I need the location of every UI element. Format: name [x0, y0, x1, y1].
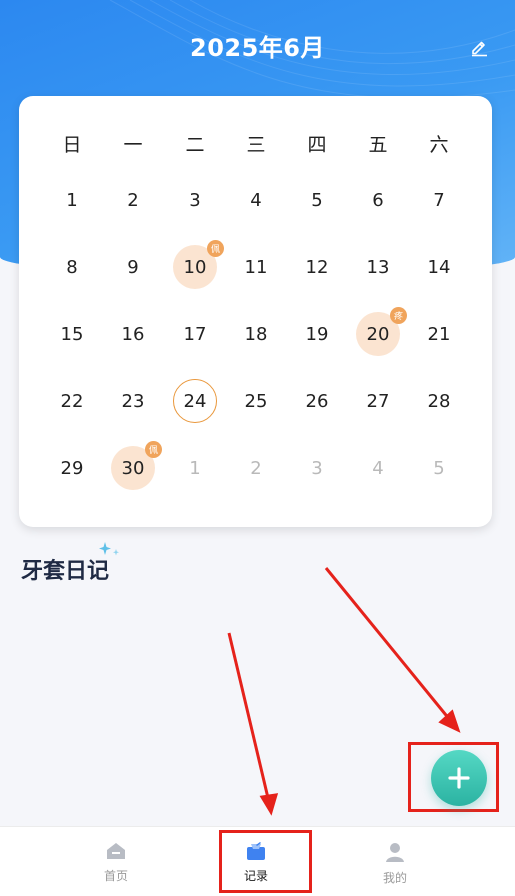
calendar-day-number: 30 [121, 457, 145, 479]
calendar-day[interactable]: 1 [173, 446, 217, 490]
calendar-day[interactable]: 18 [234, 312, 278, 356]
calendar-day-today[interactable]: 24 [173, 379, 217, 423]
calendar-day-number: 14 [427, 256, 451, 278]
user-icon [386, 843, 404, 862]
calendar-day-number: 15 [60, 323, 84, 345]
calendar-day[interactable]: 15 [50, 312, 94, 356]
calendar-day-number: 28 [427, 390, 451, 412]
calendar-day[interactable]: 14 [417, 245, 461, 289]
weekday-label: 一 [123, 134, 143, 156]
calendar-day[interactable]: 2 [234, 446, 278, 490]
calendar-day-number: 19 [305, 323, 329, 345]
calendar-day-number: 9 [127, 256, 139, 278]
calendar-day-number: 2 [250, 457, 262, 479]
calendar-day-number: 6 [372, 189, 384, 211]
weekday-label: 日 [62, 134, 82, 156]
calendar-day[interactable]: 21 [417, 312, 461, 356]
calendar-day-number: 27 [366, 390, 390, 412]
calendar-day[interactable]: 3 [295, 446, 339, 490]
calendar-day-number: 5 [311, 189, 323, 211]
diary-title: 牙套日记 [21, 559, 110, 584]
calendar-day[interactable]: 4 [356, 446, 400, 490]
calendar-day-number: 4 [372, 457, 384, 479]
calendar-day[interactable]: 16 [111, 312, 155, 356]
calendar-day-number: 23 [121, 390, 145, 412]
day-badge: 疼 [390, 307, 407, 324]
calendar-day[interactable]: 22 [50, 379, 94, 423]
calendar-day-number: 4 [250, 189, 262, 211]
weekday-label: 二 [185, 134, 205, 156]
calendar-day-number: 1 [66, 189, 78, 211]
nav-label-home: 首页 [103, 869, 128, 883]
calendar-day-number: 1 [189, 457, 201, 479]
calendar-day[interactable]: 5 [417, 446, 461, 490]
calendar-day[interactable]: 11 [234, 245, 278, 289]
weekday-label: 六 [429, 134, 449, 156]
calendar-day[interactable]: 3 [173, 178, 217, 222]
calendar-day[interactable]: 29 [50, 446, 94, 490]
calendar-day-number: 10 [183, 256, 207, 278]
nav-item-mine[interactable]: 我的 [350, 827, 440, 896]
calendar-day[interactable]: 1 [50, 178, 94, 222]
add-record-button[interactable] [431, 750, 487, 806]
calendar-day[interactable]: 12 [295, 245, 339, 289]
calendar-day-number: 16 [121, 323, 145, 345]
calendar-day[interactable]: 30 佩 [111, 441, 162, 490]
calendar-day[interactable]: 13 [356, 245, 400, 289]
calendar-day[interactable]: 9 [111, 245, 155, 289]
calendar-day[interactable]: 23 [111, 379, 155, 423]
calendar-day[interactable]: 7 [417, 178, 461, 222]
calendar-day-number: 26 [305, 390, 329, 412]
calendar-day[interactable]: 10 佩 [173, 240, 224, 289]
calendar-day[interactable]: 27 [356, 379, 400, 423]
nav-item-home[interactable]: 首页 [71, 827, 161, 896]
calendar-day[interactable]: 6 [356, 178, 400, 222]
nav-label-mine: 我的 [382, 871, 407, 885]
calendar-day[interactable]: 5 [295, 178, 339, 222]
calendar-card: 日一二三四五六 1 2 3 4 5 6 7 8 9 10 佩 11 12 13 14 15 16 17 18 19 20 疼… [19, 96, 492, 527]
calendar-day-number: 3 [189, 189, 201, 211]
calendar-day[interactable]: 26 [295, 379, 339, 423]
calendar-day[interactable]: 28 [417, 379, 461, 423]
home-icon [107, 843, 125, 859]
weekday-label: 五 [368, 134, 388, 156]
weekday-label: 三 [246, 134, 266, 156]
day-badge: 佩 [207, 240, 224, 257]
calendar-day[interactable]: 20 疼 [356, 307, 407, 356]
plus-icon [448, 767, 470, 789]
pencil-icon [472, 41, 487, 57]
calendar-day-number: 12 [305, 256, 329, 278]
calendar-day-number: 25 [244, 390, 268, 412]
calendar-day-number: 22 [60, 390, 84, 412]
day-badge: 佩 [145, 441, 162, 458]
nav-record-highlight [219, 830, 312, 893]
calendar-day-number: 29 [60, 457, 84, 479]
calendar-day-number: 8 [66, 256, 78, 278]
calendar-day[interactable]: 19 [295, 312, 339, 356]
edit-button[interactable] [466, 34, 492, 60]
calendar-day[interactable]: 17 [173, 312, 217, 356]
calendar-day-number: 11 [244, 256, 268, 278]
calendar-day-number: 3 [311, 457, 323, 479]
month-title[interactable]: 2025年6月 [0, 28, 515, 63]
calendar-day-number: 24 [183, 390, 207, 412]
calendar-day[interactable]: 4 [234, 178, 278, 222]
calendar-day[interactable]: 2 [111, 178, 155, 222]
calendar-day-number: 20 [366, 323, 390, 345]
calendar-day-number: 2 [127, 189, 139, 211]
calendar-day-number: 21 [427, 323, 451, 345]
sparkle-icon [99, 542, 119, 556]
calendar-day[interactable]: 25 [234, 379, 278, 423]
calendar-day-number: 5 [433, 457, 445, 479]
calendar-day-number: 18 [244, 323, 268, 345]
calendar-day-number: 17 [183, 323, 207, 345]
calendar-day-number: 7 [433, 189, 445, 211]
calendar-day[interactable]: 8 [50, 245, 94, 289]
calendar-day-number: 13 [366, 256, 390, 278]
weekday-label: 四 [307, 134, 327, 156]
